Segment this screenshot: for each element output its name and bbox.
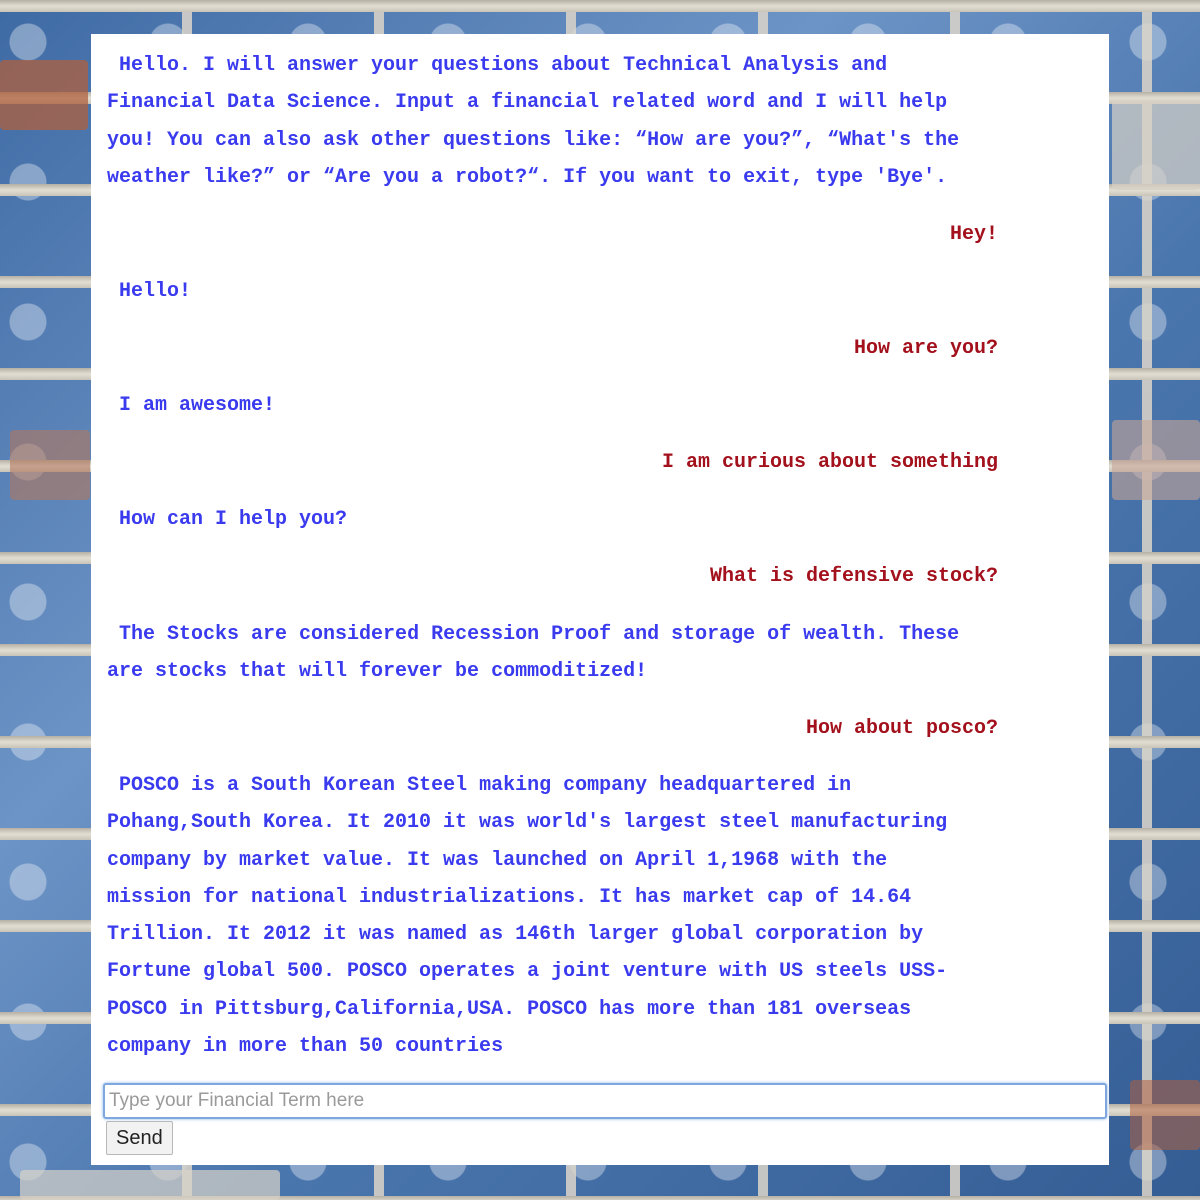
wall-decoration	[0, 60, 88, 130]
chat-panel: Hello. I will answer your questions abou…	[91, 34, 1109, 1165]
user-message: How are you?	[853, 337, 998, 360]
user-message: Hey!	[949, 223, 998, 246]
bot-message: POSCO is a South Korean Steel making com…	[107, 774, 948, 1059]
chat-log: Hello. I will answer your questions abou…	[91, 34, 1109, 1074]
wall-decoration	[1112, 420, 1200, 500]
bot-message: The Stocks are considered Recession Proo…	[107, 623, 960, 684]
user-message: I am curious about something	[661, 451, 998, 474]
wall-decoration	[1112, 100, 1200, 190]
bot-message: Hello!	[107, 280, 192, 303]
wall-decoration	[20, 1170, 280, 1200]
user-message: What is defensive stock?	[709, 565, 998, 588]
financial-term-input[interactable]	[103, 1083, 1107, 1119]
wall-decoration	[10, 430, 90, 500]
send-button[interactable]: Send	[106, 1121, 173, 1155]
bot-message: Hello. I will answer your questions abou…	[107, 54, 960, 189]
wall-decoration	[1130, 1080, 1200, 1150]
bot-message: I am awesome!	[107, 394, 276, 417]
bot-message: How can I help you?	[107, 508, 348, 531]
user-message: How about posco?	[805, 717, 998, 740]
input-area: Send	[103, 1083, 1107, 1155]
